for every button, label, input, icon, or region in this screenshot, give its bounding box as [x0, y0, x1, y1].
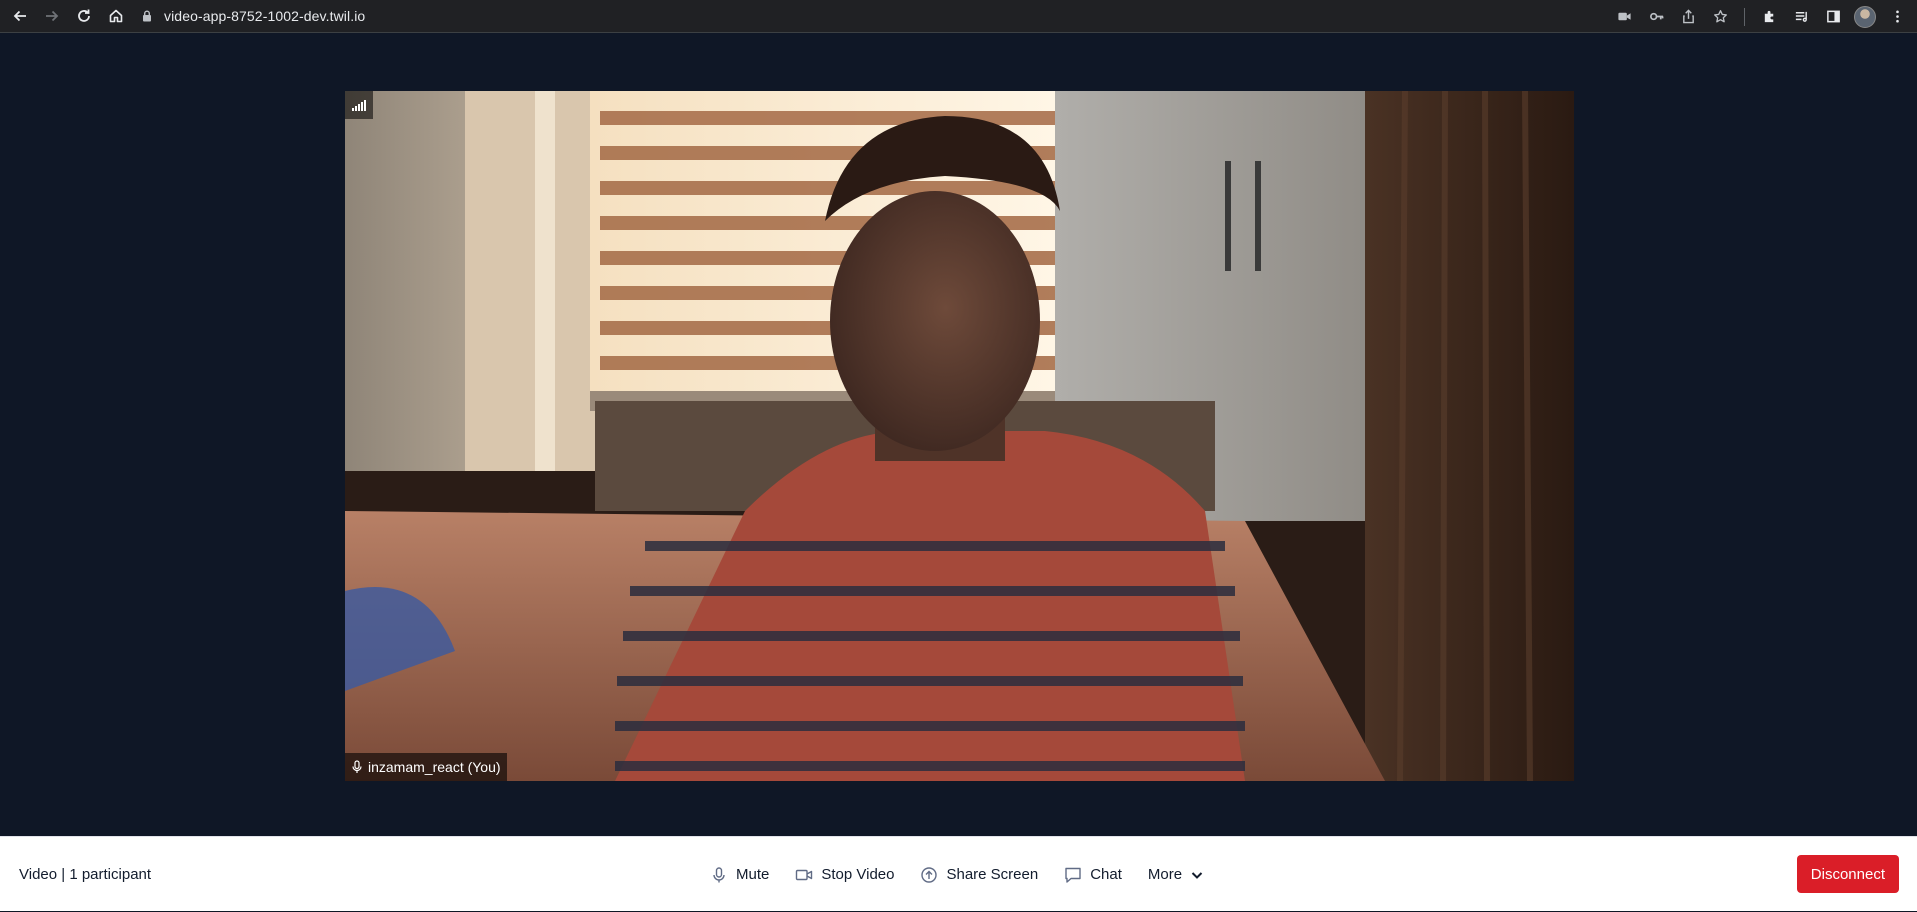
chat-label: Chat	[1090, 866, 1122, 883]
meeting-controls: Mute Stop Video Share Screen Chat More	[697, 837, 1217, 912]
kebab-menu-icon[interactable]	[1883, 3, 1911, 31]
url-text[interactable]: video-app-8752-1002-dev.twil.io	[164, 8, 365, 24]
puzzle-icon[interactable]	[1755, 3, 1783, 31]
meeting-menubar: Video | 1 participant Mute Stop Video Sh…	[0, 836, 1917, 911]
reading-list-icon[interactable]	[1787, 3, 1815, 31]
participant-name-tag: inzamam_react (You)	[345, 753, 507, 781]
microphone-icon	[352, 760, 362, 773]
more-label: More	[1147, 866, 1183, 883]
microphone-icon	[713, 866, 725, 882]
profile-avatar[interactable]	[1851, 3, 1879, 31]
camera-icon[interactable]	[1610, 3, 1638, 31]
lock-icon[interactable]	[140, 9, 154, 23]
side-panel-icon[interactable]	[1819, 3, 1847, 31]
avatar[interactable]	[1854, 5, 1876, 28]
main-stage: inzamam_react (You)	[0, 33, 1917, 836]
participant-video-tile[interactable]: inzamam_react (You)	[345, 91, 1574, 781]
share-screen-label: Share Screen	[946, 866, 1039, 883]
mute-button[interactable]: Mute	[697, 855, 782, 895]
more-menu-button[interactable]: More	[1135, 855, 1217, 895]
mute-label: Mute	[736, 866, 770, 883]
video-camera-icon	[796, 869, 813, 880]
star-icon[interactable]	[1706, 3, 1734, 31]
share-screen-icon	[921, 866, 938, 883]
participant-name: inzamam_react (You)	[368, 759, 501, 775]
address-bar[interactable]: video-app-8752-1002-dev.twil.io	[140, 3, 1580, 29]
chat-bubble-icon	[1065, 867, 1081, 883]
browser-toolbar: video-app-8752-1002-dev.twil.io	[0, 0, 1917, 33]
stop-video-label: Stop Video	[821, 866, 895, 883]
key-icon[interactable]	[1642, 3, 1670, 31]
share-screen-button[interactable]: Share Screen	[907, 855, 1051, 895]
reload-icon[interactable]	[68, 1, 100, 31]
room-info: Video | 1 participant	[19, 866, 152, 883]
chevron-down-icon	[1191, 871, 1203, 879]
stop-video-button[interactable]: Stop Video	[782, 855, 907, 895]
camera-feed	[345, 91, 1574, 781]
signal-bars-icon	[345, 91, 373, 119]
disconnect-button[interactable]: Disconnect	[1796, 855, 1899, 893]
toolbar-divider	[1744, 7, 1745, 26]
share-icon[interactable]	[1674, 3, 1702, 31]
chat-button[interactable]: Chat	[1051, 855, 1135, 895]
home-icon[interactable]	[100, 1, 132, 31]
forward-arrow-icon[interactable]	[36, 1, 68, 31]
back-arrow-icon[interactable]	[4, 1, 36, 31]
